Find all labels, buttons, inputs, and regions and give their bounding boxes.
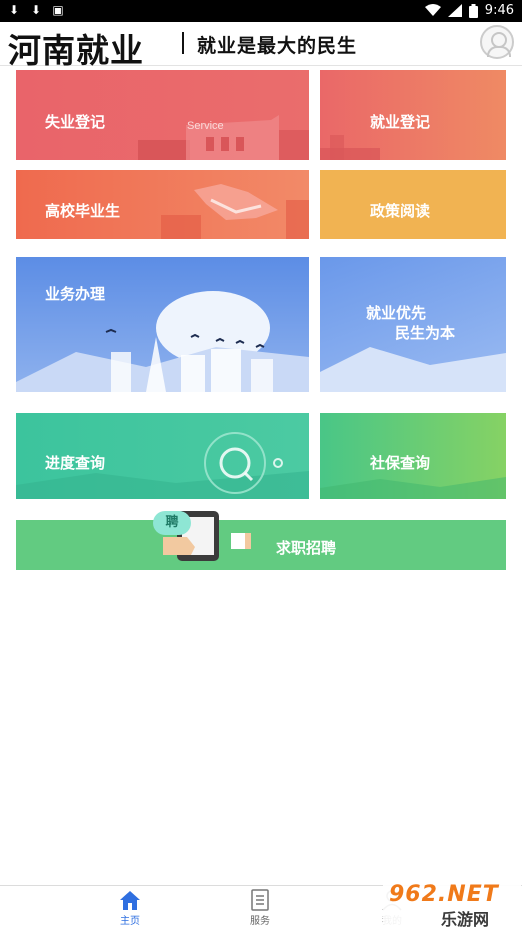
app-logo: 河南就业 bbox=[8, 31, 144, 70]
notification-icon: ▣ bbox=[52, 3, 64, 17]
header-divider bbox=[182, 32, 184, 54]
tile-employment-priority[interactable]: 就业优先 民生为本 bbox=[320, 257, 506, 392]
signal-icon bbox=[447, 4, 462, 17]
tile-job-recruitment[interactable]: 聘 求职招聘 bbox=[16, 511, 506, 570]
tile-label-line2: 民生为本 bbox=[395, 324, 456, 342]
tab-home[interactable]: 主页 bbox=[100, 889, 160, 927]
service-sign: Service bbox=[187, 120, 224, 132]
tile-label-line1: 就业优先 bbox=[366, 304, 427, 322]
tile-social-security-query[interactable]: 社保查询 bbox=[320, 413, 506, 499]
status-time: 9:46 bbox=[484, 3, 514, 18]
watermark-brand: 962.NET bbox=[389, 882, 499, 907]
tile-label: 社保查询 bbox=[370, 454, 431, 472]
download-icon: ⬇ bbox=[30, 3, 42, 17]
home-icon bbox=[120, 891, 140, 910]
site-watermark: 962.NET 乐游网 bbox=[383, 880, 521, 929]
document-icon bbox=[251, 889, 269, 911]
tile-progress-query[interactable]: 进度查询 bbox=[16, 413, 309, 499]
tile-label: 进度查询 bbox=[45, 454, 106, 472]
tile-label: 高校毕业生 bbox=[45, 202, 121, 220]
tab-services[interactable]: 服务 bbox=[230, 889, 290, 927]
tab-label: 服务 bbox=[250, 916, 270, 927]
watermark-text: 乐游网 bbox=[441, 910, 490, 929]
status-bar: ⬇ ⬇ ▣ 9:46 bbox=[0, 0, 522, 22]
tile-employment-registration[interactable]: 就业登记 bbox=[320, 70, 506, 160]
tile-label: 政策阅读 bbox=[370, 202, 431, 220]
tile-label: 就业登记 bbox=[370, 113, 431, 131]
avatar-icon[interactable] bbox=[480, 25, 514, 59]
tile-policy-reading[interactable]: 政策阅读 bbox=[320, 170, 506, 239]
app-header: 河南就业 就业是最大的民生 bbox=[0, 22, 522, 70]
tile-label: 业务办理 bbox=[45, 285, 106, 303]
tile-business-handling[interactable]: 业务办理 bbox=[16, 257, 309, 392]
recruit-badge: 聘 bbox=[153, 511, 191, 535]
tab-label: 主页 bbox=[120, 916, 140, 927]
wifi-icon bbox=[424, 4, 441, 16]
tile-college-graduates[interactable]: 高校毕业生 bbox=[16, 170, 309, 239]
tile-unemployment-registration[interactable]: Service 失业登记 bbox=[16, 70, 309, 160]
tile-label: 求职招聘 bbox=[276, 539, 337, 557]
battery-icon bbox=[468, 3, 478, 18]
download-icon: ⬇ bbox=[8, 3, 20, 17]
header-slogan: 就业是最大的民生 bbox=[197, 35, 358, 57]
tile-label: 失业登记 bbox=[45, 113, 106, 131]
city-skyline-illustration bbox=[16, 291, 309, 392]
